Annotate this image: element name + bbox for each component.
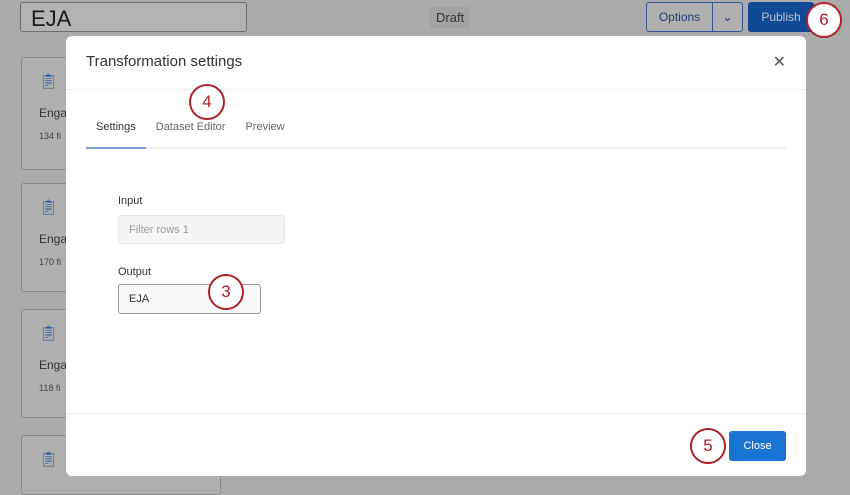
close-button[interactable]: Close bbox=[729, 431, 786, 461]
tab-dataset-editor[interactable]: Dataset Editor bbox=[146, 119, 236, 147]
step-marker-5: 5 bbox=[690, 428, 726, 464]
card-name: Enga bbox=[39, 232, 68, 246]
tab-preview[interactable]: Preview bbox=[235, 119, 294, 147]
clipboard-icon: 📋︎ bbox=[39, 325, 59, 342]
card-count: 134 fi bbox=[39, 131, 62, 141]
close-icon[interactable]: ✕ bbox=[773, 52, 786, 72]
card-name: Enga bbox=[39, 358, 68, 372]
footer-divider bbox=[66, 413, 806, 414]
card-name: Enga bbox=[39, 106, 68, 120]
step-marker-4: 4 bbox=[189, 84, 225, 120]
input-label: Input bbox=[118, 195, 143, 207]
modal-title: Transformation settings bbox=[86, 53, 243, 70]
clipboard-icon: 📋︎ bbox=[39, 73, 59, 90]
tab-settings[interactable]: Settings bbox=[86, 119, 146, 149]
step-marker-3: 3 bbox=[208, 274, 244, 310]
clipboard-icon: 📋︎ bbox=[39, 451, 59, 468]
clipboard-icon: 📋︎ bbox=[39, 199, 59, 216]
publish-button[interactable]: Publish bbox=[748, 2, 814, 32]
chevron-down-icon[interactable]: ⌄ bbox=[713, 3, 742, 31]
transformation-settings-modal: Transformation settings ✕ Settings Datas… bbox=[66, 36, 806, 476]
card-count: 118 fi bbox=[39, 383, 61, 393]
card-count: 170 fi bbox=[39, 257, 62, 267]
options-button-group[interactable]: Options ⌄ bbox=[646, 2, 743, 32]
input-field: Filter rows 1 bbox=[118, 215, 285, 244]
options-button[interactable]: Options bbox=[647, 3, 713, 31]
tab-bar: Settings Dataset Editor Preview bbox=[86, 119, 786, 149]
output-label: Output bbox=[118, 266, 152, 278]
step-marker-6: 6 bbox=[806, 2, 842, 38]
status-badge: Draft bbox=[430, 7, 471, 28]
dataset-title-input[interactable]: EJA bbox=[20, 2, 247, 32]
